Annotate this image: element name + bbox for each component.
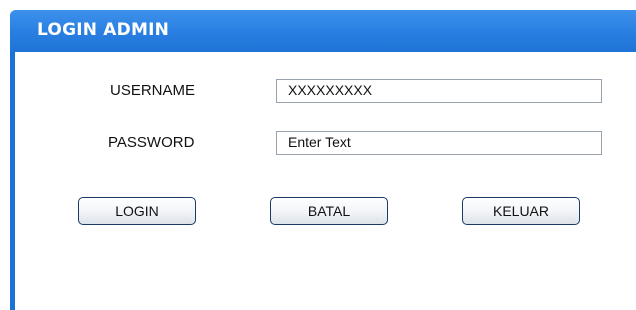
login-admin-window: LOGIN ADMIN USERNAME XXXXXXXXX PASSWORD … [10, 10, 636, 310]
window-titlebar: LOGIN ADMIN [10, 10, 636, 52]
keluar-button[interactable]: KELUAR [462, 197, 580, 225]
username-field[interactable]: XXXXXXXXX [276, 79, 602, 103]
password-label: PASSWORD [108, 134, 195, 151]
login-button[interactable]: LOGIN [78, 197, 196, 225]
username-label: USERNAME [110, 82, 196, 99]
window-title: LOGIN ADMIN [37, 20, 170, 40]
password-field[interactable]: Enter Text [276, 131, 602, 155]
batal-button[interactable]: BATAL [270, 197, 388, 225]
